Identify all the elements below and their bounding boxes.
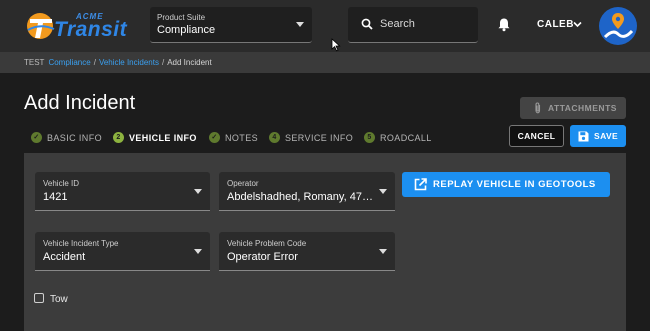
step-label: NOTES — [225, 133, 259, 143]
top-bar: ACME Transit Product Suite Compliance Se… — [0, 0, 650, 52]
operator-value: Abdelshadhed, Romany, 47… — [227, 191, 373, 203]
incident-type-value: Accident — [43, 251, 86, 263]
paperclip-icon — [535, 102, 541, 114]
replay-vehicle-label: REPLAY VEHICLE IN GEOTOOLS — [433, 179, 596, 190]
incident-type-select[interactable]: Vehicle Incident Type Accident — [35, 232, 210, 271]
save-button[interactable]: SAVE — [570, 125, 626, 147]
step-label: VEHICLE INFO — [129, 133, 197, 143]
breadcrumb-bar: TEST Compliance / Vehicle Incidents / Add Inc… — [0, 52, 650, 73]
step-number-badge: 2 — [113, 132, 124, 143]
incident-type-label: Vehicle Incident Type — [43, 239, 119, 248]
attachments-label: ATTACHMENTS — [548, 103, 617, 113]
operator-select[interactable]: Operator Abdelshadhed, Romany, 47… — [219, 172, 395, 211]
chevron-down-icon — [194, 189, 202, 194]
check-icon: ✓ — [209, 132, 220, 143]
environment-badge: TEST — [24, 58, 45, 67]
search-field[interactable]: Search — [348, 7, 478, 43]
attachments-button[interactable]: ATTACHMENTS — [520, 97, 626, 119]
breadcrumb-separator: / — [161, 58, 165, 67]
vehicle-id-label: Vehicle ID — [43, 179, 80, 188]
breadcrumb-item-vehicle-incidents[interactable]: Vehicle Incidents — [99, 58, 159, 67]
chevron-down-icon — [379, 249, 387, 254]
problem-code-select[interactable]: Vehicle Problem Code Operator Error — [219, 232, 395, 271]
product-suite-select[interactable]: Product Suite Compliance — [150, 7, 312, 43]
transit-logo-icon — [27, 13, 55, 39]
step-label: ROADCALL — [380, 133, 432, 143]
step-number-badge: 5 — [364, 132, 375, 143]
page-title: Add Incident — [24, 92, 136, 114]
tow-checkbox[interactable] — [34, 293, 44, 303]
breadcrumb-separator: / — [93, 58, 96, 67]
product-suite-label: Product Suite — [157, 13, 206, 22]
breadcrumb: TEST Compliance / Vehicle Incidents / Add Inc… — [24, 58, 212, 67]
map-pin-avatar-icon — [603, 13, 634, 39]
step-label: SERVICE INFO — [285, 133, 354, 143]
avatar[interactable] — [599, 7, 637, 45]
step-number-badge: 4 — [269, 132, 280, 143]
search-placeholder: Search — [380, 18, 415, 30]
problem-code-label: Vehicle Problem Code — [227, 239, 307, 248]
replay-vehicle-button[interactable]: REPLAY VEHICLE IN GEOTOOLS — [402, 172, 610, 197]
chevron-down-icon — [296, 22, 304, 27]
tow-label[interactable]: Tow — [50, 294, 68, 305]
save-label: SAVE — [594, 131, 619, 141]
product-suite-value: Compliance — [157, 24, 216, 36]
acme-transit-logo[interactable]: ACME Transit — [26, 10, 136, 42]
floppy-disk-icon — [578, 131, 589, 142]
chevron-down-icon[interactable] — [573, 21, 582, 28]
vehicle-id-value: 1421 — [43, 191, 68, 203]
breadcrumb-item-compliance[interactable]: Compliance — [48, 58, 90, 67]
check-icon: ✓ — [31, 132, 42, 143]
user-name[interactable]: CALEB — [537, 19, 574, 30]
problem-code-value: Operator Error — [227, 251, 298, 263]
chevron-down-icon — [194, 249, 202, 254]
operator-label: Operator — [227, 179, 259, 188]
step-label: BASIC INFO — [47, 133, 103, 143]
bell-icon[interactable] — [497, 17, 511, 32]
chevron-down-icon — [379, 189, 387, 194]
vehicle-id-select[interactable]: Vehicle ID 1421 — [35, 172, 210, 211]
open-external-icon — [414, 178, 427, 191]
breadcrumb-item-current: Add Incident — [167, 58, 212, 67]
cancel-button[interactable]: CANCEL — [509, 125, 564, 147]
search-icon — [361, 18, 373, 30]
logo-brand-large: Transit — [54, 18, 128, 41]
mouse-cursor-icon — [331, 38, 341, 52]
